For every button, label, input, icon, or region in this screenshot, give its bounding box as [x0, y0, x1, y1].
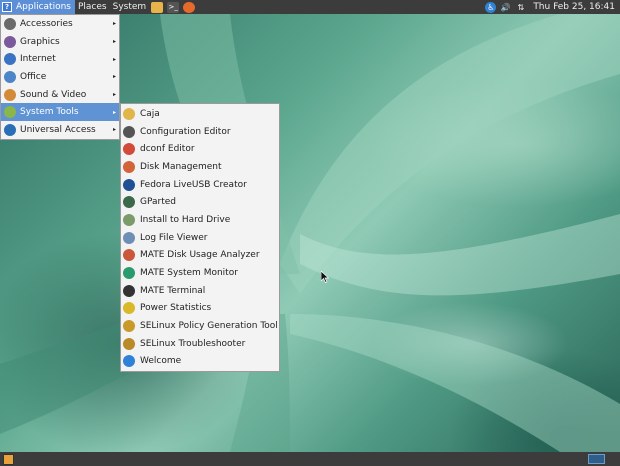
submenu-item-mate-disk-usage-analyzer[interactable]: MATE Disk Usage Analyzer — [121, 247, 279, 265]
submenu-item-label: Install to Hard Drive — [140, 214, 231, 225]
chevron-right-icon: ▸ — [112, 73, 116, 81]
submenu-item-configuration-editor[interactable]: Configuration Editor — [121, 123, 279, 141]
sound-video-icon — [4, 88, 16, 101]
submenu-item-welcome[interactable]: Welcome — [121, 353, 279, 371]
chevron-right-icon: ▸ — [112, 20, 116, 28]
menu-item-label: Graphics — [20, 36, 60, 47]
show-desktop-button[interactable] — [3, 454, 14, 465]
submenu-item-caja[interactable]: Caja — [121, 105, 279, 123]
install-icon — [123, 213, 135, 226]
config-editor-icon — [123, 125, 135, 138]
submenu-item-install-to-hard-drive[interactable]: Install to Hard Drive — [121, 211, 279, 229]
applications-dropdown: Accessories ▸ Graphics ▸ Internet ▸ Office ▸ Sou… — [0, 14, 120, 140]
menu-item-internet[interactable]: Internet ▸ — [1, 50, 119, 68]
graphics-icon — [4, 35, 16, 48]
submenu-item-label: GParted — [140, 197, 176, 208]
submenu-item-mate-system-monitor[interactable]: MATE System Monitor — [121, 264, 279, 282]
submenu-item-dconf-editor[interactable]: dconf Editor — [121, 140, 279, 158]
chevron-right-icon: ▸ — [112, 38, 116, 46]
submenu-item-label: dconf Editor — [140, 144, 195, 155]
selinux-policy-icon — [123, 320, 135, 333]
submenu-item-selinux-policy-generation-tool[interactable]: SELinux Policy Generation Tool — [121, 317, 279, 335]
submenu-item-label: MATE Disk Usage Analyzer — [140, 250, 260, 261]
internet-icon — [4, 53, 16, 66]
submenu-item-mate-terminal[interactable]: MATE Terminal — [121, 282, 279, 300]
workspace-switcher[interactable] — [588, 454, 605, 464]
menu-item-system-tools[interactable]: System Tools ▸ — [1, 103, 119, 122]
menu-item-office[interactable]: Office ▸ — [1, 68, 119, 86]
menu-item-label: Office — [20, 71, 47, 82]
submenu-item-selinux-troubleshooter[interactable]: SELinux Troubleshooter — [121, 335, 279, 353]
applications-menu[interactable]: ? Applications — [0, 0, 75, 14]
chevron-right-icon: ▸ — [112, 91, 116, 99]
submenu-item-log-file-viewer[interactable]: Log File Viewer — [121, 229, 279, 247]
submenu-item-disk-management[interactable]: Disk Management — [121, 158, 279, 176]
log-viewer-icon — [123, 231, 135, 244]
accessibility-icon[interactable]: ♿ — [485, 1, 497, 13]
submenu-item-label: Caja — [140, 108, 160, 119]
power-icon — [123, 302, 135, 315]
bottom-panel — [0, 452, 620, 466]
volume-icon[interactable]: 🔊 — [500, 2, 511, 13]
top-panel: ? Applications Places System >_ ♿ 🔊 ⇅ Th… — [0, 0, 620, 14]
submenu-item-label: Configuration Editor — [140, 126, 231, 137]
menu-item-accessories[interactable]: Accessories ▸ — [1, 15, 119, 33]
places-menu[interactable]: Places — [75, 0, 110, 14]
menu-item-sound-video[interactable]: Sound & Video ▸ — [1, 86, 119, 104]
chevron-right-icon: ▸ — [112, 126, 116, 134]
submenu-item-label: Welcome — [140, 356, 182, 367]
dconf-icon — [123, 143, 135, 156]
submenu-item-fedora-liveusb-creator[interactable]: Fedora LiveUSB Creator — [121, 176, 279, 194]
selinux-troubleshooter-icon — [123, 337, 135, 350]
submenu-item-label: Log File Viewer — [140, 232, 208, 243]
chevron-right-icon: ▸ — [112, 108, 116, 116]
submenu-item-label: SELinux Policy Generation Tool — [140, 321, 278, 332]
mouse-cursor-icon — [321, 271, 329, 283]
chevron-right-icon: ▸ — [112, 55, 116, 63]
submenu-item-gparted[interactable]: GParted — [121, 193, 279, 211]
submenu-item-label: MATE Terminal — [140, 285, 206, 296]
office-icon — [4, 70, 16, 83]
fedora-logo-icon: ? — [2, 2, 12, 12]
welcome-icon — [123, 355, 135, 368]
menu-item-label: Universal Access — [20, 124, 96, 135]
network-icon[interactable]: ⇅ — [515, 2, 526, 13]
system-monitor-icon — [123, 267, 135, 280]
accessories-icon — [4, 17, 16, 30]
system-tools-submenu: Caja Configuration Editor dconf Editor Disk… — [120, 103, 280, 373]
menu-item-label: Accessories — [20, 18, 73, 29]
disk-usage-icon — [123, 249, 135, 262]
accessibility-icon — [4, 123, 16, 136]
submenu-item-label: MATE System Monitor — [140, 268, 238, 279]
applications-label: Applications — [16, 2, 71, 12]
submenu-item-power-statistics[interactable]: Power Statistics — [121, 300, 279, 318]
submenu-item-label: Power Statistics — [140, 303, 212, 314]
system-menu[interactable]: System — [110, 0, 150, 14]
menu-item-graphics[interactable]: Graphics ▸ — [1, 33, 119, 51]
liveusb-icon — [123, 178, 135, 191]
submenu-item-label: Fedora LiveUSB Creator — [140, 179, 247, 190]
folder-icon[interactable] — [151, 1, 164, 13]
gparted-icon — [123, 196, 135, 209]
caja-icon — [123, 107, 135, 120]
firefox-icon[interactable] — [183, 1, 196, 13]
menu-item-universal-access[interactable]: Universal Access ▸ — [1, 121, 119, 139]
menu-item-label: Internet — [20, 54, 56, 65]
menu-item-label: Sound & Video — [20, 89, 87, 100]
submenu-item-label: Disk Management — [140, 161, 222, 172]
terminal-icon[interactable]: >_ — [167, 1, 180, 13]
terminal-icon — [123, 284, 135, 297]
submenu-item-label: SELinux Troubleshooter — [140, 338, 246, 349]
menu-item-label: System Tools — [20, 107, 79, 118]
disk-management-icon — [123, 160, 135, 173]
clock[interactable]: Thu Feb 25, 16:41 — [530, 0, 618, 14]
system-tools-icon — [4, 106, 16, 119]
system-tray: ♿ 🔊 ⇅ Thu Feb 25, 16:41 — [485, 0, 618, 14]
